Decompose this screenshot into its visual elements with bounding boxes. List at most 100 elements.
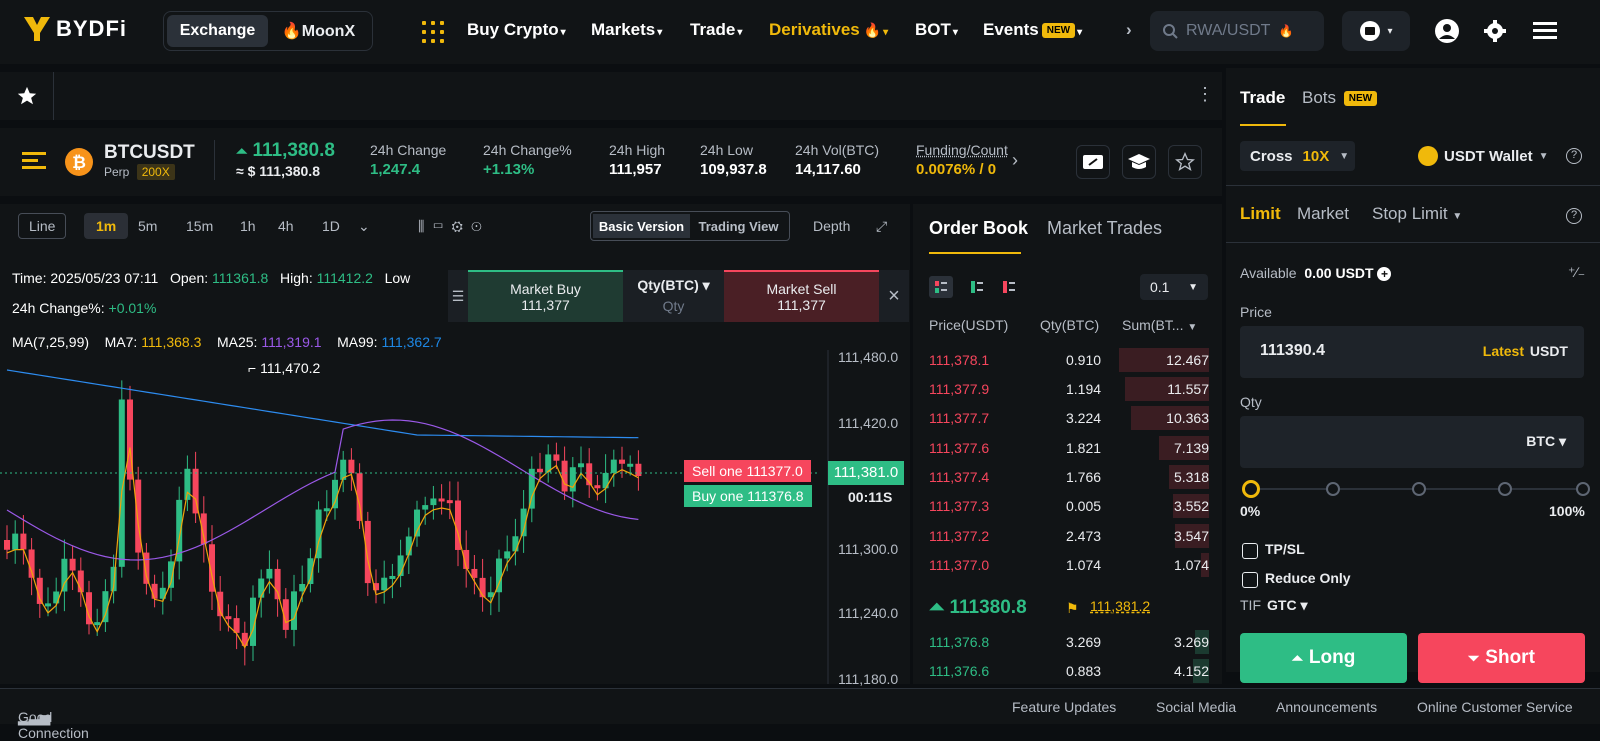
slider-node[interactable] [1412,482,1426,496]
more-vertical-icon[interactable]: ⋮ [1196,84,1214,105]
double-up-arrow-icon: ⏶ [236,143,248,159]
ask-row[interactable]: 111,378.1 0.910 12.467 [913,348,1209,372]
star-outline-icon[interactable] [1168,145,1202,179]
short-button[interactable]: ⏷ Short [1418,633,1585,683]
depth-tab[interactable]: Depth [813,218,850,234]
interval-5m[interactable]: 5m [138,218,157,234]
menu-buy-crypto[interactable]: Buy Crypto ▾ [467,20,566,40]
symbol-name[interactable]: BTCUSDT [104,142,195,164]
bid-price: 111,376.8 [929,634,990,650]
ask-row[interactable]: 111,377.7 3.224 10.363 [913,406,1209,430]
qty-input[interactable]: BTC ▾ [1240,416,1584,468]
ask-row[interactable]: 111,377.6 1.821 7.139 [913,436,1209,460]
wallet-button[interactable]: ▾ [1342,11,1410,51]
interval-1m[interactable]: 1m [84,213,129,239]
slider-node[interactable] [1576,482,1590,496]
order-type-limit[interactable]: Limit [1240,204,1281,224]
book-bids-icon[interactable] [965,276,989,301]
book-asks-icon[interactable] [997,276,1021,301]
margin-mode-select[interactable]: Cross 10X ▼ [1240,141,1355,171]
footer-social-media[interactable]: Social Media [1156,699,1236,715]
help-icon[interactable]: ? [1566,148,1582,164]
qty-unit-select[interactable]: BTC ▾ [1526,433,1566,450]
footer-feature-updates[interactable]: Feature Updates [1012,699,1116,715]
slider-handle[interactable] [1242,480,1260,498]
candlestick-chart[interactable] [0,350,910,684]
hamburger-icon[interactable]: ☰ [448,270,468,322]
bid-sum: 3.269 [1173,634,1209,650]
interval-1h[interactable]: 1h [240,218,256,234]
tab-market-trades[interactable]: Market Trades [1047,218,1162,239]
price-input[interactable]: 111390.4 Latest USDT [1240,326,1584,378]
long-button[interactable]: ⏶ Long [1240,633,1407,683]
chevron-down-icon: ▾ [1387,25,1393,37]
ask-row[interactable]: 111,377.3 0.005 3.552 [913,494,1209,518]
ask-row[interactable]: 111,377.9 1.194 11.557 [913,377,1209,401]
plus-circle-icon[interactable]: + [1377,267,1392,281]
gear-icon[interactable] [1480,11,1510,51]
ask-row[interactable]: 111,377.0 1.074 1.074 [913,553,1209,577]
trading-view-tab[interactable]: Trading View [690,214,787,238]
basic-version-tab[interactable]: Basic Version [593,214,690,238]
star-icon[interactable] [0,72,54,120]
order-type-stop-limit[interactable]: Stop Limit ▼ [1372,204,1462,224]
logo-icon [24,17,50,41]
moonx-tab[interactable]: 🔥MoonX [268,15,369,47]
qty-selector[interactable]: Qty(BTC) ▾ Qty [623,270,724,322]
bid-row[interactable]: 111,376.6 0.883 4.152 [913,659,1209,683]
menu-trade[interactable]: Trade ▾ [690,20,742,40]
ticket-icon[interactable] [1076,145,1110,179]
tpsl-checkbox[interactable] [1242,543,1258,559]
search-input[interactable]: RWA/USDT 🔥 [1150,11,1324,51]
book-both-icon[interactable] [929,276,953,298]
chevron-right-icon[interactable]: › [1012,150,1018,171]
expand-icon[interactable]: ⤢ [876,218,887,235]
hamburger-menu-icon[interactable] [1530,11,1560,51]
chevron-right-icon[interactable]: › [1126,20,1132,40]
footer-announcements[interactable]: Announcements [1276,699,1377,715]
latest-button[interactable]: Latest [1483,343,1524,359]
interval-15m[interactable]: 15m [186,218,213,234]
ask-row[interactable]: 111,377.2 2.473 3.547 [913,524,1209,548]
footer-customer-service[interactable]: Online Customer Service [1417,699,1573,715]
menu-events[interactable]: Events NEW ▾ [983,20,1082,40]
precision-select[interactable]: 0.1 ▼ [1140,274,1208,300]
slider-node[interactable] [1498,482,1512,496]
bid-sum: 4.152 [1173,663,1209,679]
percent-icon[interactable]: ⁺∕₋ [1568,264,1585,281]
wallet-select[interactable]: USDT Wallet ▼ [1418,146,1549,166]
chart-tools-icons[interactable]: ⫼▭⚙⊙ [418,218,490,235]
header-sum[interactable]: Sum(BT... ▼ [1122,317,1197,333]
candle-body [446,500,453,504]
menu-markets[interactable]: Markets ▾ [591,20,662,40]
bid-row[interactable]: 111,376.8 3.269 3.269 [913,630,1209,654]
reduce-only-checkbox[interactable] [1242,572,1258,588]
menu-bot[interactable]: BOT ▾ [915,20,958,40]
close-icon[interactable]: × [879,270,909,322]
market-buy-button[interactable]: Market Buy 111,377 [468,270,623,322]
help-icon[interactable]: ? [1566,208,1582,224]
exchange-tab[interactable]: Exchange [167,15,268,47]
apps-grid-icon[interactable] [422,21,444,43]
user-icon[interactable] [1432,11,1462,51]
slider-node[interactable] [1326,482,1340,496]
interval-4h[interactable]: 4h [278,218,294,234]
candle-body [69,558,76,571]
logo[interactable]: BYDFi [24,16,127,42]
tab-trade[interactable]: Trade [1240,88,1285,108]
tab-bots[interactable]: Bots NEW [1302,88,1378,108]
ask-row[interactable]: 111,377.4 1.766 5.318 [913,465,1209,489]
line-chart-button[interactable]: Line [18,213,67,239]
market-list-icon[interactable] [22,150,46,175]
market-sell-button[interactable]: Market Sell 111,377 [724,270,879,322]
tab-order-book[interactable]: Order Book [929,218,1028,239]
order-type-market[interactable]: Market [1297,204,1349,224]
menu-derivatives[interactable]: Derivatives 🔥 ▾ [769,20,888,40]
footer: ▂▃▅ Good Connection Feature Updates Soci… [0,688,1600,741]
candle-body [233,618,240,633]
more-intervals-chevron-icon[interactable]: ⌄ [358,218,370,235]
stat-24h-high: 24h High 111,957 [609,142,666,178]
graduation-cap-icon[interactable] [1122,145,1156,179]
tif-select[interactable]: GTC ▾ [1267,597,1307,614]
interval-1d[interactable]: 1D [322,218,340,234]
